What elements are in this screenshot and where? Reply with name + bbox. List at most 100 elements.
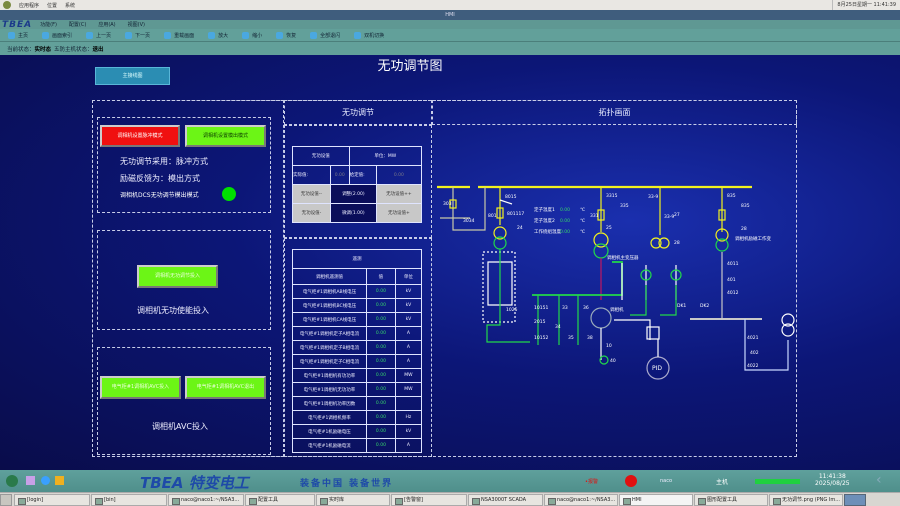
setpoint-plus-button[interactable]: 无功设值+ — [375, 203, 423, 223]
topology-label: 801117 — [507, 211, 524, 217]
topology-label: 4012 — [727, 290, 739, 296]
analog-mode-button[interactable]: 调相机设置模出模式 — [185, 125, 266, 147]
taskbar-item[interactable]: [bin] — [91, 493, 167, 506]
system-bar: 应用程序 位置 系统 8月25日星期一 11:41:39 — [0, 0, 900, 10]
temp-label: 定子温度2 — [534, 217, 555, 224]
reactive-enable-button[interactable]: 调相机无功调节投入 — [137, 265, 218, 288]
toolbar-restore-button[interactable]: 恢复 — [276, 31, 296, 39]
zoom-in-icon — [208, 31, 216, 39]
system-menu-places[interactable]: 位置 — [47, 2, 57, 9]
telemetry-row: 电气柜#1调相机AB线电压 0.00 kV — [292, 284, 423, 299]
telemetry-row: 电气柜#1调相机有功功率 0.00 MW — [292, 368, 423, 383]
telemetry-table: 遥测 调相机遥测值值单位 电气柜#1调相机AB线电压 0.00 kV 电气柜#1调相机BC… — [292, 249, 423, 453]
setpoint-minus-button[interactable]: 无功设值- — [292, 203, 331, 223]
menu-app[interactable]: 应用(A) — [98, 21, 115, 28]
menu-config[interactable]: 配置(C) — [69, 21, 86, 28]
section-reactive-header: 无功调节 — [284, 100, 432, 125]
telemetry-value: 0.00 — [366, 438, 396, 453]
workspace-switcher[interactable] — [844, 493, 866, 506]
page-title: 无功调节图 — [377, 59, 443, 74]
topology-label: 4022 — [747, 363, 759, 369]
toolbar-label: 双机切换 — [364, 32, 385, 39]
toolbar-prev-button[interactable]: 上一页 — [86, 31, 111, 39]
telemetry-unit: A — [394, 354, 423, 369]
menu-function[interactable]: 功能(F) — [40, 21, 57, 28]
toolbar-stop-flash-button[interactable]: 全部退闪 — [310, 31, 341, 39]
telemetry-unit: MW — [394, 382, 423, 397]
taskbar-item[interactable]: 图形配置工具 — [694, 493, 768, 506]
topology-label: 40 — [610, 358, 616, 364]
toolbar-zoom-out-button[interactable]: 缩小 — [242, 31, 263, 39]
taskbar-item[interactable]: naco@naco1:~/NSA3... — [544, 493, 618, 506]
collapse-arrow-icon[interactable]: ‹ — [876, 472, 882, 488]
synchronous-condenser-symbol — [590, 307, 612, 329]
launcher-icon[interactable] — [26, 476, 35, 485]
telemetry-value: 0.00 — [366, 298, 396, 313]
system-menu-system[interactable]: 系统 — [65, 2, 75, 9]
toolbar-index-button[interactable]: 画面索引 — [42, 31, 72, 39]
taskbar-item[interactable]: naco@naco1:~/NSA3... — [168, 493, 244, 506]
switch-icon — [354, 31, 362, 39]
telemetry-name: 电气柜#1调相机BC线电压 — [292, 298, 367, 313]
alarm-indicator[interactable] — [625, 475, 637, 487]
temp-label: 定子温度1 — [534, 206, 555, 213]
taskbar-item[interactable]: 配置工具 — [245, 493, 315, 506]
setpoint-minus-minus-button[interactable]: 无功设值-- — [292, 184, 331, 204]
adjust-big-button[interactable]: 调整(2.00) — [329, 184, 377, 204]
pulse-mode-button[interactable]: 调相机设置脉冲模式 — [100, 125, 180, 147]
telemetry-row: 电气柜#1调相机定子C相电流 0.00 A — [292, 354, 423, 369]
show-desktop-button[interactable] — [0, 493, 12, 506]
setpoint-title: 无功设值 — [292, 146, 350, 166]
telemetry-name: 电气柜#1调相机定子C相电流 — [292, 354, 367, 369]
toolbar-next-button[interactable]: 下一页 — [125, 31, 150, 39]
topology-label: 28 — [674, 240, 680, 246]
toolbar: 主页 画面索引 上一页 下一页 重载画面 放大 缩小 恢复 全部退闪 双机切换 — [0, 29, 900, 42]
window-title: HMI — [0, 10, 900, 20]
menu-view[interactable]: 视图(V) — [128, 21, 145, 28]
topology-label: 35 — [568, 335, 574, 341]
taskbar-item[interactable]: [login] — [14, 493, 90, 506]
taskbar-item[interactable]: HMI — [619, 493, 693, 506]
adjust-small-button[interactable]: 微调(1.00) — [329, 203, 377, 223]
avc-off-button[interactable]: 电气柜#1调相机AVC退出 — [185, 376, 266, 399]
telemetry-value: 0.00 — [366, 284, 396, 299]
bottom-banner: TBEA 特变电工 装备中国 装备世界 •报警 naco 主机 11:41:38… — [0, 470, 900, 492]
toolbar-zoom-in-button[interactable]: 放大 — [208, 31, 228, 39]
system-clock[interactable]: 8月25日星期一 11:41:39 — [832, 0, 900, 10]
telemetry-value: 0.00 — [366, 368, 396, 383]
topology-label: 801 — [488, 213, 497, 219]
telemetry-unit: kV — [394, 424, 423, 439]
taskbar-item[interactable]: NSA3000T SCADA — [468, 493, 543, 506]
telemetry-value: 0.00 — [366, 382, 396, 397]
notes-icon[interactable] — [55, 476, 64, 485]
settings-icon[interactable] — [41, 476, 50, 485]
system-menu-apps[interactable]: 应用程序 — [19, 2, 39, 9]
telemetry-unit — [394, 396, 423, 411]
main-wiring-button[interactable]: 主接线图 — [95, 67, 170, 85]
globe-icon[interactable] — [6, 475, 18, 487]
status-row: 当前状态： 实时态 五防主机状态： 退出 — [0, 42, 900, 55]
temp-unit: ℃ — [580, 207, 585, 213]
topology-label: 2015 — [534, 319, 546, 325]
toolbar-label: 全部退闪 — [320, 32, 341, 39]
host-label: 主机 — [716, 479, 729, 486]
telemetry-row: 电气柜#1机励磁电流 0.00 A — [292, 438, 423, 453]
avc-on-button[interactable]: 电气柜#1调相机AVC投入 — [100, 376, 181, 399]
toolbar-reload-button[interactable]: 重载画面 — [164, 31, 194, 39]
setpoint-plus-plus-button[interactable]: 无功设值++ — [375, 184, 423, 204]
state-label: 当前状态： — [7, 46, 35, 53]
toolbar-switch-button[interactable]: 双机切换 — [354, 31, 385, 39]
topology-label: 3315 — [606, 193, 618, 199]
taskbar-item[interactable]: [告警窗] — [391, 493, 467, 506]
app-menu-icon[interactable] — [3, 1, 11, 9]
toolbar-home-button[interactable]: 主页 — [8, 31, 28, 39]
toolbar-label: 缩小 — [252, 32, 263, 39]
telemetry-name: 电气柜#1调相机CA线电压 — [292, 312, 367, 327]
taskbar-item[interactable]: 无功调节.png (PNG Im... — [769, 493, 843, 506]
banner-date: 2025/08/25 — [815, 480, 850, 487]
prev-icon — [86, 31, 94, 39]
telemetry-unit: kV — [394, 284, 423, 299]
topology-label: 402 — [750, 350, 759, 356]
taskbar-item[interactable]: 实时库 — [316, 493, 390, 506]
topology-diagram: 303 3034 8015 801 801117 24 3315 331 335 25 33-9 33… — [437, 185, 795, 380]
